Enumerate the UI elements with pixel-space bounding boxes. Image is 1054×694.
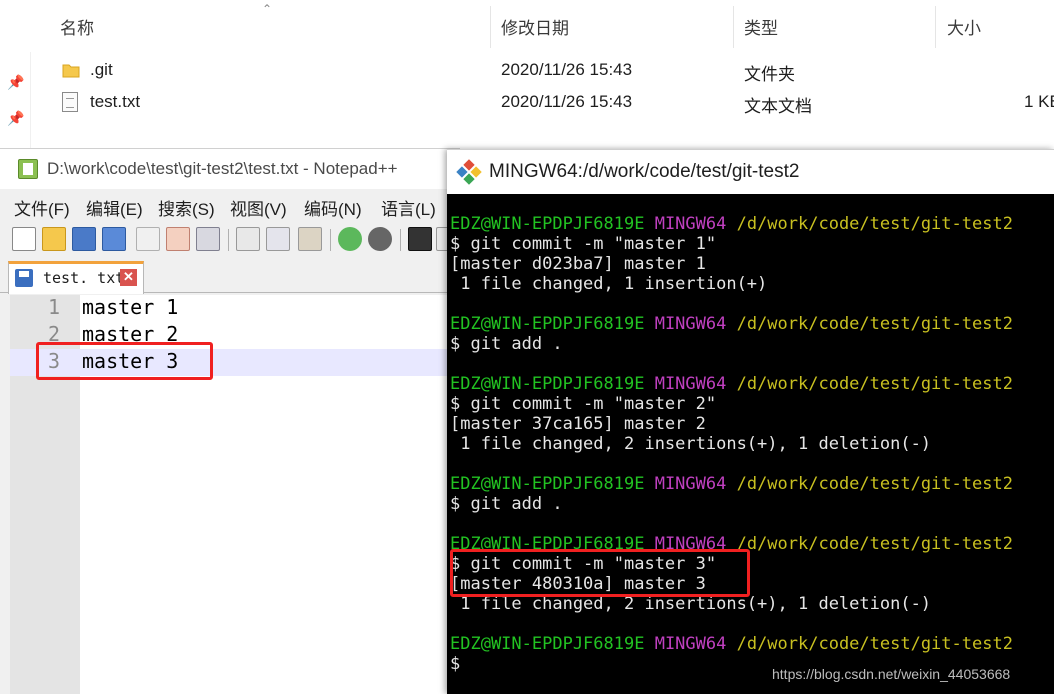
- prompt-path: /d/work/code/test/git-test2: [726, 474, 1013, 494]
- notepad-app-icon: [18, 159, 38, 179]
- menu-encoding[interactable]: 编码(N): [304, 195, 362, 220]
- terminal-prompt-line: EDZ@WIN-EPDPJF6819E MINGW64 /d/work/code…: [450, 634, 1013, 654]
- prompt-user: EDZ@WIN-EPDPJF6819E: [450, 474, 645, 494]
- column-divider[interactable]: [490, 6, 491, 48]
- file-row[interactable]: .git 2020/11/26 15:43 文件夹: [0, 56, 1054, 86]
- terminal-prompt-line: EDZ@WIN-EPDPJF6819E MINGW64 /d/work/code…: [450, 314, 1013, 334]
- file-name: .git: [90, 60, 113, 79]
- prompt-path: /d/work/code/test/git-test2: [726, 374, 1013, 394]
- open-file-icon[interactable]: [42, 227, 66, 251]
- redo-icon[interactable]: [368, 227, 392, 251]
- notepad-window: D:\work\code\test\git-test2\test.txt - N…: [0, 148, 460, 694]
- tab-test-txt[interactable]: test. txt ✕: [8, 261, 144, 294]
- prompt-shell: MINGW64: [644, 374, 727, 394]
- editor-line[interactable]: 1 master 1: [10, 295, 460, 322]
- menu-view[interactable]: 视图(V): [230, 195, 287, 220]
- terminal-output-line: $ git add .: [450, 334, 563, 354]
- terminal-output[interactable]: EDZ@WIN-EPDPJF6819E MINGW64 /d/work/code…: [447, 194, 1054, 694]
- line-text[interactable]: master 1: [82, 295, 178, 319]
- prompt-path: /d/work/code/test/git-test2: [726, 314, 1013, 334]
- prompt-path: /d/work/code/test/git-test2: [726, 214, 1013, 234]
- prompt-user: EDZ@WIN-EPDPJF6819E: [450, 214, 645, 234]
- toolbar-separator: [330, 229, 331, 251]
- watermark: https://blog.csdn.net/weixin_44053668: [772, 666, 1011, 682]
- close-all-icon[interactable]: [166, 227, 190, 251]
- folder-icon: [62, 64, 80, 78]
- line-number: 1: [47, 295, 60, 319]
- find-icon[interactable]: [408, 227, 432, 251]
- notepad-window-title: D:\work\code\test\git-test2\test.txt - N…: [47, 159, 398, 178]
- menu-search[interactable]: 搜索(S): [158, 195, 215, 220]
- prompt-shell: MINGW64: [644, 634, 727, 654]
- prompt-user: EDZ@WIN-EPDPJF6819E: [450, 314, 645, 334]
- close-icon[interactable]: ✕: [120, 269, 137, 286]
- column-header-name[interactable]: 名称: [60, 14, 94, 39]
- text-file-icon: [62, 92, 78, 112]
- save-all-icon[interactable]: [102, 227, 126, 251]
- prompt-shell: MINGW64: [644, 314, 727, 334]
- saved-file-icon: [15, 269, 33, 287]
- tab-label: test. txt: [43, 269, 125, 287]
- terminal-output-line: [master d023ba7] master 1: [450, 254, 706, 274]
- close-file-icon[interactable]: [136, 227, 160, 251]
- copy-icon[interactable]: [266, 227, 290, 251]
- file-size: 1 KB: [1024, 92, 1054, 111]
- terminal-prompt-line: EDZ@WIN-EPDPJF6819E MINGW64 /d/work/code…: [450, 374, 1013, 394]
- paste-icon[interactable]: [298, 227, 322, 251]
- terminal-output-line: $ git add .: [450, 494, 563, 514]
- file-modified: 2020/11/26 15:43: [501, 60, 633, 79]
- notepad-title-bar[interactable]: D:\work\code\test\git-test2\test.txt - N…: [0, 149, 460, 189]
- save-icon[interactable]: [72, 227, 96, 251]
- prompt-shell: MINGW64: [644, 474, 727, 494]
- highlight-box-notepad: [36, 342, 213, 380]
- toolbar-separator: [228, 229, 229, 251]
- terminal-output-line: $: [450, 654, 461, 674]
- terminal-output-line: [master 37ca165] master 2: [450, 414, 706, 434]
- print-icon[interactable]: [196, 227, 220, 251]
- prompt-path: /d/work/code/test/git-test2: [726, 634, 1013, 654]
- cut-icon[interactable]: [236, 227, 260, 251]
- column-header-modified[interactable]: 修改日期: [501, 14, 569, 39]
- toolbar-separator: [400, 229, 401, 251]
- file-type: 文件夹: [744, 65, 795, 84]
- sort-ascending-icon[interactable]: ⌃: [262, 2, 272, 16]
- prompt-shell: MINGW64: [644, 214, 727, 234]
- file-modified: 2020/11/26 15:43: [501, 92, 633, 111]
- new-file-icon[interactable]: [12, 227, 36, 251]
- terminal-window: MINGW64:/d/work/code/test/git-test2 EDZ@…: [447, 149, 1054, 694]
- terminal-prompt-line: EDZ@WIN-EPDPJF6819E MINGW64 /d/work/code…: [450, 214, 1013, 234]
- terminal-output-line: $ git commit -m "master 2": [450, 394, 717, 414]
- terminal-output-line: 1 file changed, 2 insertions(+), 1 delet…: [450, 594, 932, 614]
- column-divider[interactable]: [935, 6, 936, 48]
- menu-language[interactable]: 语言(L): [381, 195, 436, 220]
- file-explorer: ⌃ 名称 修改日期 类型 大小 📌 📌 .git 2020/11/26 15:4…: [0, 0, 1054, 148]
- terminal-title-bar[interactable]: MINGW64:/d/work/code/test/git-test2: [447, 149, 1054, 194]
- explorer-column-header: ⌃ 名称 修改日期 类型 大小: [0, 0, 1054, 52]
- notepad-tab-bar: test. txt ✕: [0, 259, 460, 294]
- menu-file[interactable]: 文件(F): [14, 195, 70, 220]
- file-row[interactable]: test.txt 2020/11/26 15:43 文本文档 1 KB: [0, 88, 1054, 118]
- highlight-box-terminal: [450, 549, 750, 597]
- file-name: test.txt: [90, 92, 141, 111]
- undo-icon[interactable]: [338, 227, 362, 251]
- terminal-prompt-line: EDZ@WIN-EPDPJF6819E MINGW64 /d/work/code…: [450, 474, 1013, 494]
- column-header-type[interactable]: 类型: [744, 14, 778, 39]
- terminal-window-title: MINGW64:/d/work/code/test/git-test2: [489, 161, 800, 182]
- menu-edit[interactable]: 编辑(E): [86, 195, 143, 220]
- terminal-output-line: $ git commit -m "master 1": [450, 234, 717, 254]
- terminal-output-line: 1 file changed, 1 insertion(+): [450, 274, 768, 294]
- notepad-menu-bar: 文件(F) 编辑(E) 搜索(S) 视图(V) 编码(N) 语言(L): [0, 193, 460, 221]
- prompt-user: EDZ@WIN-EPDPJF6819E: [450, 634, 645, 654]
- column-divider[interactable]: [733, 6, 734, 48]
- column-header-size[interactable]: 大小: [947, 14, 981, 39]
- prompt-path: /d/work/code/test/git-test2: [726, 534, 1013, 554]
- notepad-toolbar: [0, 223, 460, 257]
- prompt-user: EDZ@WIN-EPDPJF6819E: [450, 374, 645, 394]
- terminal-output-line: 1 file changed, 2 insertions(+), 1 delet…: [450, 434, 932, 454]
- file-type: 文本文档: [744, 97, 812, 116]
- git-bash-icon: [456, 159, 482, 185]
